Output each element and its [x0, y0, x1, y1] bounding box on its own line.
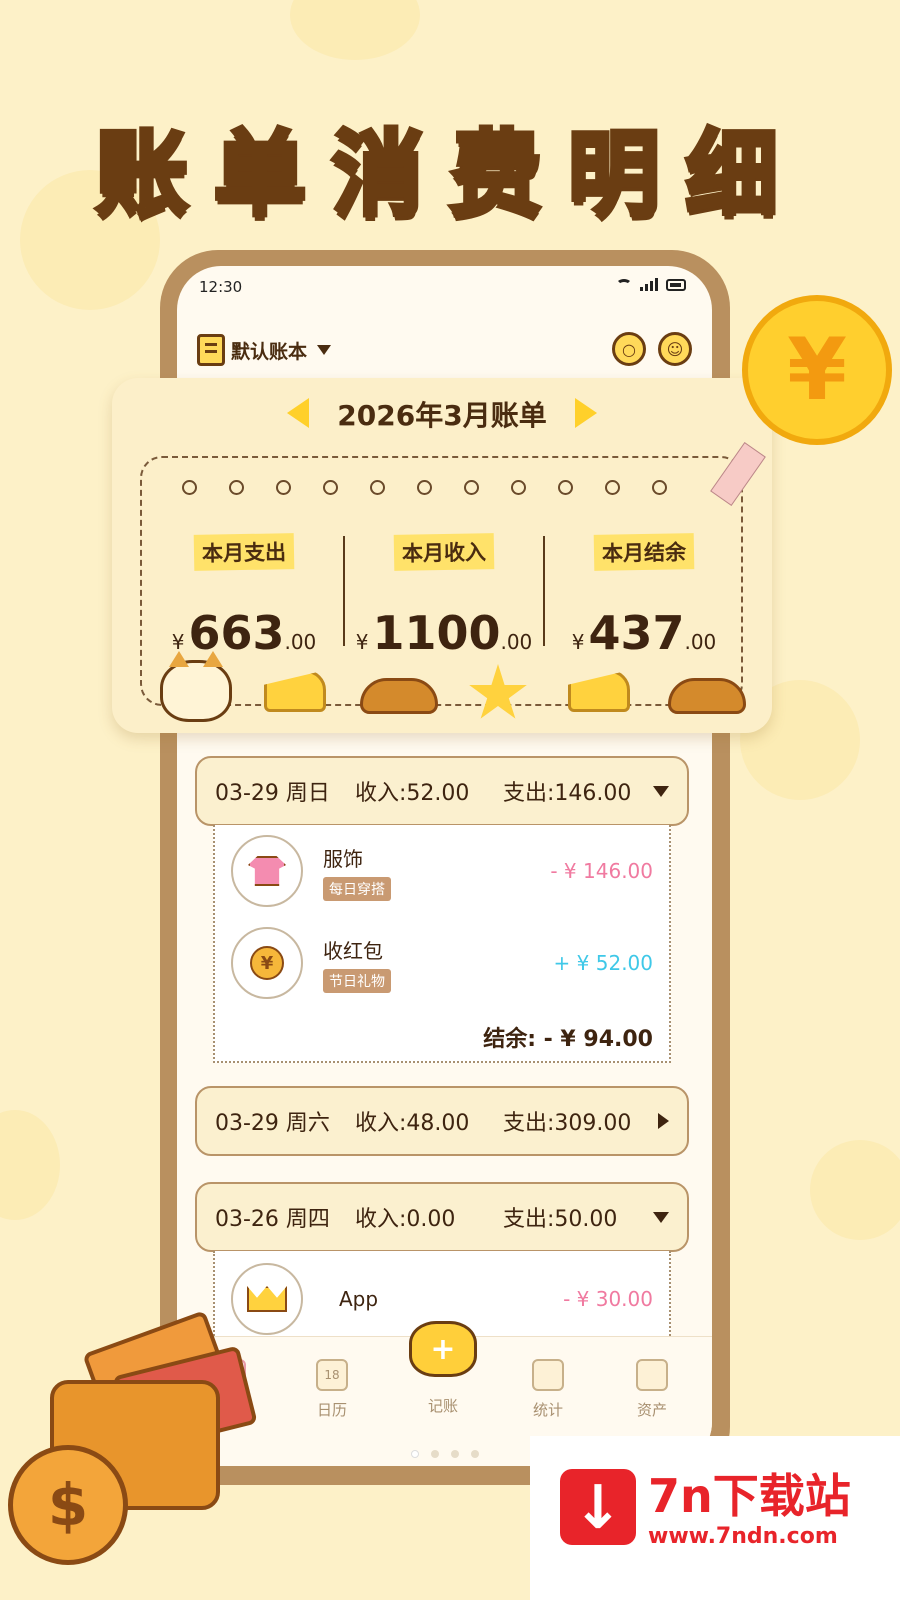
day-expense: 支出:146.00: [503, 781, 632, 806]
day-header[interactable]: 03-29 周日 收入:52.00 支出:146.00: [195, 756, 689, 826]
stat-balance: 本月结余 ¥437.00: [544, 533, 744, 660]
watermark: 7n下载站 www.7ndn.com: [530, 1436, 900, 1600]
stat-amount: ¥1100.00: [355, 606, 533, 660]
watermark-url: www.7ndn.com: [648, 1524, 838, 1549]
day-date: 03-29 周六: [215, 1111, 330, 1136]
cat-plus-icon[interactable]: +: [409, 1321, 477, 1377]
dollar-coin-icon: $: [8, 1445, 128, 1565]
tape-decoration: [710, 441, 766, 507]
tab-label: 记账: [427, 1397, 458, 1415]
signal-icon: [640, 278, 658, 291]
wifi-icon: [616, 278, 632, 291]
stats-icon: [532, 1359, 564, 1391]
day-expense: 支出:309.00: [503, 1111, 632, 1136]
profile-button[interactable]: ☺: [658, 332, 692, 366]
stat-expense: 本月支出 ¥663.00: [144, 533, 344, 660]
day-expense: 支出:50.00: [503, 1207, 618, 1232]
day-income: 收入:48.00: [355, 1111, 470, 1136]
background-bubble: [290, 0, 420, 60]
transaction-amount: - ¥ 30.00: [563, 1287, 653, 1311]
collapse-icon: [653, 1211, 669, 1223]
background-bubble: [0, 1110, 60, 1220]
status-icons: [616, 278, 686, 291]
binder-holes: [182, 480, 667, 495]
transaction-row[interactable]: ¥ 收红包 节日礼物 + ¥ 52.00: [231, 927, 653, 1007]
calendar-icon: 18: [316, 1359, 348, 1391]
day-header[interactable]: 03-29 周六 收入:48.00 支出:309.00: [195, 1086, 689, 1156]
transaction-tag: 节日礼物: [323, 969, 391, 993]
yen-coin-icon: ¥: [742, 295, 892, 445]
app-bar: 默认账本 ○ ☺: [197, 332, 692, 368]
transaction-name: 收红包: [323, 939, 383, 963]
cat-icon: [160, 651, 232, 722]
stat-income: 本月收入 ¥1100.00: [344, 533, 544, 660]
transaction-name: 服饰: [323, 847, 363, 871]
stat-amount: ¥437.00: [571, 606, 717, 660]
transaction-amount: - ¥ 146.00: [550, 859, 653, 883]
day-income: 收入:0.00: [355, 1207, 456, 1232]
day-date: 03-26 周四: [215, 1207, 330, 1232]
tab-stats[interactable]: 统计: [513, 1359, 583, 1420]
promo-headline: 账单消费明细: [93, 119, 804, 231]
status-time: 12:30: [199, 278, 243, 296]
book-name: 默认账本: [231, 340, 308, 363]
tab-label: 统计: [532, 1401, 563, 1419]
day-income: 收入:52.00: [355, 781, 470, 806]
day-date: 03-29 周日: [215, 781, 330, 806]
download-logo-icon: [560, 1469, 636, 1545]
collapse-icon: [653, 785, 669, 797]
tab-label: 资产: [636, 1401, 667, 1419]
battery-icon: [666, 278, 686, 291]
day-header[interactable]: 03-26 周四 收入:0.00 支出:50.00: [195, 1182, 689, 1252]
transaction-tag: 每日穿搭: [323, 877, 391, 901]
croissant-icon: [668, 678, 746, 714]
search-icon: ○: [622, 339, 636, 359]
tab-calendar[interactable]: 18 日历: [297, 1359, 367, 1420]
transaction-row[interactable]: 服饰 每日穿搭 - ¥ 146.00: [231, 835, 653, 915]
monthly-summary-card: 2026年3月账单 本月支出 ¥663.00 本月收入 ¥1100.00 本月结…: [112, 378, 772, 733]
crown-icon: [231, 1263, 303, 1335]
stat-label: 本月结余: [593, 533, 695, 571]
tshirt-icon: [231, 835, 303, 907]
stat-label: 本月支出: [193, 533, 295, 571]
day-transactions: 服饰 每日穿搭 - ¥ 146.00 ¥ 收红包 节日礼物 + ¥ 52.00 …: [213, 825, 671, 1063]
month-title: 2026年3月账单: [337, 399, 547, 432]
status-bar: 12:30: [199, 278, 686, 300]
tab-label: 日历: [316, 1401, 347, 1419]
summary-note: 本月支出 ¥663.00 本月收入 ¥1100.00 本月结余 ¥437.00: [140, 441, 766, 706]
user-icon: ☺: [666, 339, 684, 359]
stat-label: 本月收入: [393, 533, 495, 571]
tab-assets[interactable]: 资产: [617, 1359, 687, 1420]
tab-record[interactable]: 记账: [408, 1395, 478, 1416]
next-month-button[interactable]: [575, 398, 597, 428]
day-balance: 结余: - ¥ 94.00: [483, 1027, 653, 1052]
watermark-title: 7n下载站: [648, 1469, 851, 1523]
croissant-icon: [360, 678, 438, 714]
background-bubble: [810, 1140, 900, 1240]
search-button[interactable]: ○: [612, 332, 646, 366]
book-selector[interactable]: 默认账本: [197, 334, 332, 366]
wallet-icon: [636, 1359, 668, 1391]
caret-down-icon: [317, 345, 332, 355]
transaction-name: App: [339, 1287, 379, 1311]
transaction-amount: + ¥ 52.00: [553, 951, 653, 975]
notebook-icon: [197, 334, 225, 366]
expand-icon: [658, 1113, 669, 1129]
yen-exchange-icon: ¥: [231, 927, 303, 999]
